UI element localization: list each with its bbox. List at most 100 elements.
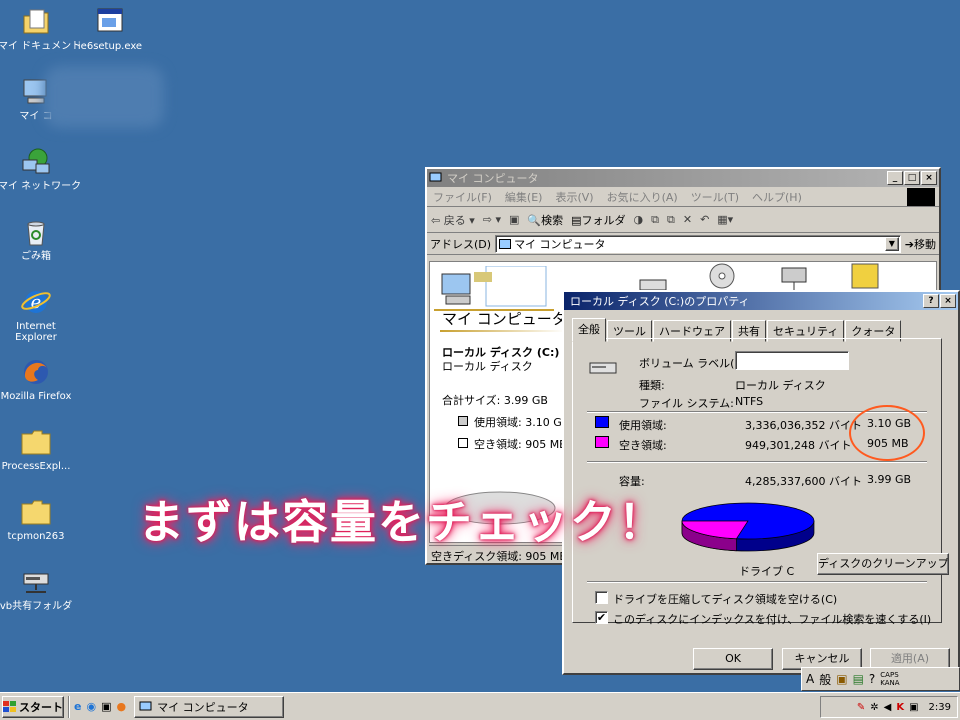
fs-label: ファイル システム: xyxy=(639,397,734,410)
index-checkbox[interactable]: ✔ xyxy=(595,611,608,624)
capacity-bytes: 4,285,337,600 バイト xyxy=(745,475,862,488)
network-icon xyxy=(20,146,52,178)
desktop-icon-vb-shared-folder[interactable]: vb共有フォルダ xyxy=(0,566,74,612)
tray-k-icon[interactable]: K xyxy=(896,702,904,713)
undo-icon[interactable]: ↶ xyxy=(700,213,709,226)
desktop-icon-my-network[interactable]: マイ ネットワーク xyxy=(0,146,81,192)
firefox-icon xyxy=(20,356,52,388)
taskbar-task-my-computer[interactable]: マイ コンピュータ xyxy=(134,695,285,718)
clock[interactable]: 2:39 xyxy=(929,702,951,713)
panel-used-row: 使用領域: 3.10 GB xyxy=(458,414,569,430)
ime-mode[interactable]: 般 xyxy=(819,671,831,688)
menu-help[interactable]: ヘルプ(H) xyxy=(752,189,802,205)
tab-general[interactable]: 全般 xyxy=(572,318,606,342)
computer-icon xyxy=(139,701,152,710)
overlay-caption: まずは容量をチェック！ xyxy=(138,495,666,549)
computer-icon xyxy=(429,172,442,182)
free-swatch xyxy=(458,438,468,448)
copy-to-icon[interactable]: ⧉ xyxy=(667,213,675,227)
menu-tools[interactable]: ツール(T) xyxy=(691,189,739,205)
back-button[interactable]: ⇦ 戻る ▾ xyxy=(431,212,475,228)
quicklaunch-firefox-icon[interactable]: ● xyxy=(116,700,126,713)
compress-checkbox[interactable] xyxy=(595,591,608,604)
ime-dictionary-icon[interactable]: ▣ xyxy=(836,672,847,686)
ime-input-icon[interactable]: A xyxy=(806,672,814,686)
windows-flag-icon xyxy=(3,700,16,712)
installer-icon xyxy=(94,6,126,38)
explorer-menubar: ファイル(F) 編集(E) 表示(V) お気に入り(A) ツール(T) ヘルプ(… xyxy=(427,187,939,207)
desktop-icon-processexplorer[interactable]: ProcessExpl... xyxy=(0,426,74,472)
type-label: 種類: xyxy=(639,379,665,392)
explorer-titlebar[interactable]: マイ コンピュータ _ □ × xyxy=(427,169,939,187)
desktop-icon-firefox[interactable]: Mozilla Firefox xyxy=(0,356,74,402)
internet-explorer-icon: e xyxy=(20,286,52,318)
disk-cleanup-button[interactable]: ディスクのクリーンアップ(D)... xyxy=(817,553,949,575)
my-documents-icon xyxy=(20,6,52,38)
close-button[interactable]: × xyxy=(940,294,956,308)
start-button[interactable]: スタート xyxy=(2,695,64,718)
explorer-toolbar: ⇦ 戻る ▾ ⇨ ▾ ▣ 🔍検索 ▤フォルダ ◑ ⧉ ⧉ ✕ ↶ ▦▾ xyxy=(427,207,939,233)
ok-button[interactable]: OK xyxy=(693,648,773,670)
panel-free-row: 空き領域: 905 MB xyxy=(458,436,567,452)
system-tray: ✎ ✲ ◀ K ▣ 2:39 xyxy=(820,696,958,718)
help-button[interactable]: ? xyxy=(923,294,939,308)
hard-drive-icon xyxy=(589,362,617,374)
panel-divider xyxy=(440,330,565,332)
folder-icon xyxy=(20,426,52,458)
desktop-icon-tcpmon[interactable]: tcpmon263 xyxy=(0,496,74,542)
compress-label: ドライブを圧縮してディスク領域を空ける(C) xyxy=(613,593,838,606)
close-button[interactable]: × xyxy=(921,171,937,185)
free-bytes: 949,301,248 バイト xyxy=(745,439,852,452)
desktop-icon-internet-explorer[interactable]: e Internet Explorer xyxy=(0,286,74,343)
forward-button[interactable]: ⇨ ▾ xyxy=(483,213,501,226)
minimize-button[interactable]: _ xyxy=(887,171,903,185)
tray-pen-icon[interactable]: ✎ xyxy=(857,702,865,713)
address-label: アドレス(D) xyxy=(430,237,492,251)
desktop-icon-my-documents[interactable]: マイ ドキュメント xyxy=(0,6,81,52)
menu-favorites[interactable]: お気に入り(A) xyxy=(607,189,678,205)
tray-network-icon[interactable]: ✲ xyxy=(870,702,878,713)
volume-label-input[interactable] xyxy=(735,351,849,370)
folders-button[interactable]: ▤フォルダ xyxy=(571,212,625,228)
volume-label-label: ボリューム ラベル(L): xyxy=(639,357,749,370)
used-bytes: 3,336,036,352 バイト xyxy=(745,419,862,432)
maximize-button[interactable]: □ xyxy=(904,171,920,185)
dialog-titlebar[interactable]: ローカル ディスク (C:)のプロパティ ? × xyxy=(564,292,958,310)
free-label: 空き領域: xyxy=(619,439,667,452)
size-highlight-circle xyxy=(849,405,925,461)
panel-drive-type: ローカル ディスク xyxy=(442,360,533,373)
search-button[interactable]: 🔍検索 xyxy=(527,212,563,228)
up-folder-icon[interactable]: ▣ xyxy=(509,213,519,226)
tray-volume-icon[interactable]: ◀ xyxy=(884,702,892,713)
properties-dialog[interactable]: ローカル ディスク (C:)のプロパティ ? × 全般 ツール ハードウェア 共… xyxy=(562,290,960,675)
free-color-swatch xyxy=(595,436,609,448)
used-color-swatch xyxy=(595,416,609,428)
address-dropdown[interactable]: ▼ xyxy=(884,236,899,251)
windows-logo-icon xyxy=(907,187,935,206)
panel-heading: マイ コンピュータ xyxy=(442,310,567,328)
ime-help-icon[interactable]: ? xyxy=(869,672,875,686)
views-icon[interactable]: ▦▾ xyxy=(717,213,733,226)
menu-edit[interactable]: 編集(E) xyxy=(505,189,543,205)
history-icon[interactable]: ◑ xyxy=(634,213,644,226)
explorer-title: マイ コンピュータ xyxy=(447,172,539,185)
desktop-icon-recycle-bin[interactable]: ごみ箱 xyxy=(0,216,74,262)
go-button[interactable]: ➔移動 xyxy=(905,236,936,252)
address-input[interactable]: マイ コンピュータ ▼ xyxy=(495,234,901,253)
quicklaunch-desktop-icon[interactable]: ▣ xyxy=(101,700,111,713)
ime-toolbar[interactable]: A 般 ▣ ▤ ? CAPS KANA xyxy=(801,667,960,691)
capacity-size: 3.99 GB xyxy=(867,473,912,486)
quicklaunch-ie-icon[interactable]: e xyxy=(74,700,81,713)
ime-pad-icon[interactable]: ▤ xyxy=(853,672,864,686)
tray-app-icon[interactable]: ▣ xyxy=(909,702,918,713)
desktop-icon-ie6setup[interactable]: ie6setup.exe xyxy=(72,6,148,52)
move-to-icon[interactable]: ⧉ xyxy=(651,213,659,227)
address-bar: アドレス(D) マイ コンピュータ ▼ ➔移動 xyxy=(427,233,939,255)
dialog-title: ローカル ディスク (C:)のプロパティ xyxy=(570,295,750,308)
used-label: 使用領域: xyxy=(619,419,667,432)
menu-view[interactable]: 表示(V) xyxy=(555,189,593,205)
disk-usage-pie xyxy=(681,502,815,552)
menu-file[interactable]: ファイル(F) xyxy=(433,189,492,205)
quicklaunch-outlook-icon[interactable]: ◉ xyxy=(86,700,96,713)
delete-icon[interactable]: ✕ xyxy=(683,213,692,226)
